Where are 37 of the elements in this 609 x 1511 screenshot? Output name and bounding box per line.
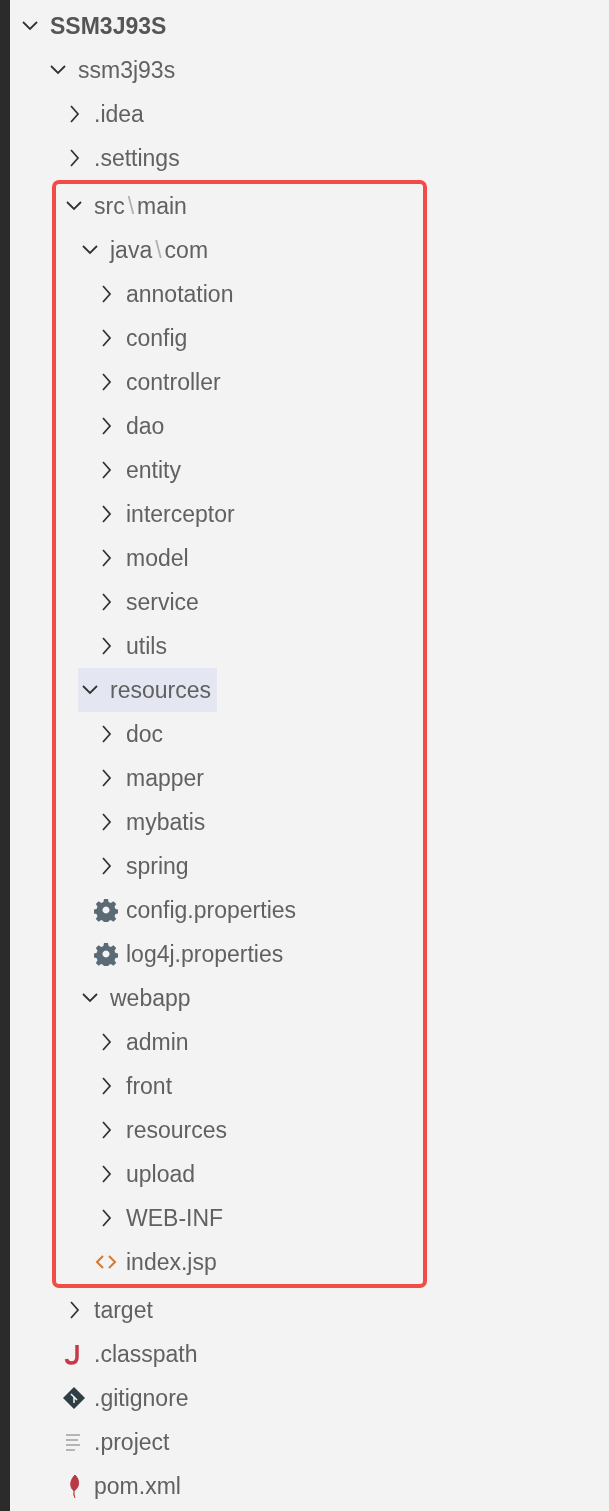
- file-item[interactable]: .classpath: [62, 1332, 204, 1376]
- file-item[interactable]: .project: [62, 1420, 176, 1464]
- file-item[interactable]: .gitignore: [62, 1376, 195, 1420]
- folder-item[interactable]: controller: [94, 360, 227, 404]
- root-folder-item[interactable]: SSM3J93S: [18, 4, 173, 48]
- folder-item[interactable]: front: [94, 1064, 179, 1108]
- file-item[interactable]: config.properties: [94, 888, 303, 932]
- folder-item[interactable]: WEB-INF: [94, 1196, 230, 1240]
- folder-item[interactable]: .idea: [62, 92, 150, 136]
- folder-item[interactable]: upload: [94, 1152, 202, 1196]
- folder-item[interactable]: mybatis: [94, 800, 212, 844]
- file-item[interactable]: index.jsp: [94, 1240, 223, 1284]
- folder-item[interactable]: doc: [94, 712, 170, 756]
- file-item[interactable]: log4j.properties: [94, 932, 290, 976]
- folder-item[interactable]: ssm3j93s: [46, 48, 182, 92]
- folder-item[interactable]: service: [94, 580, 205, 624]
- folder-item[interactable]: mapper: [94, 756, 210, 800]
- folder-item[interactable]: admin: [94, 1020, 195, 1064]
- folder-item[interactable]: spring: [94, 844, 195, 888]
- folder-item[interactable]: dao: [94, 404, 171, 448]
- folder-item[interactable]: target: [62, 1288, 159, 1332]
- folder-item[interactable]: resources: [94, 1108, 233, 1152]
- git-icon: [62, 1386, 86, 1410]
- folder-item[interactable]: interceptor: [94, 492, 241, 536]
- folder-item[interactable]: model: [94, 536, 195, 580]
- gear-icon: [94, 898, 118, 922]
- folder-item[interactable]: entity: [94, 448, 187, 492]
- folder-item[interactable]: webapp: [78, 976, 197, 1020]
- folder-item[interactable]: annotation: [94, 272, 240, 316]
- folder-item[interactable]: java\com: [78, 228, 215, 272]
- folder-item[interactable]: .settings: [62, 136, 186, 180]
- folder-item[interactable]: src\main: [62, 184, 193, 228]
- gear-icon: [94, 942, 118, 966]
- file-item[interactable]: pom.xml: [62, 1464, 187, 1508]
- folder-item[interactable]: utils: [94, 624, 173, 668]
- folder-item[interactable]: config: [94, 316, 194, 360]
- folder-item[interactable]: resources: [78, 668, 217, 712]
